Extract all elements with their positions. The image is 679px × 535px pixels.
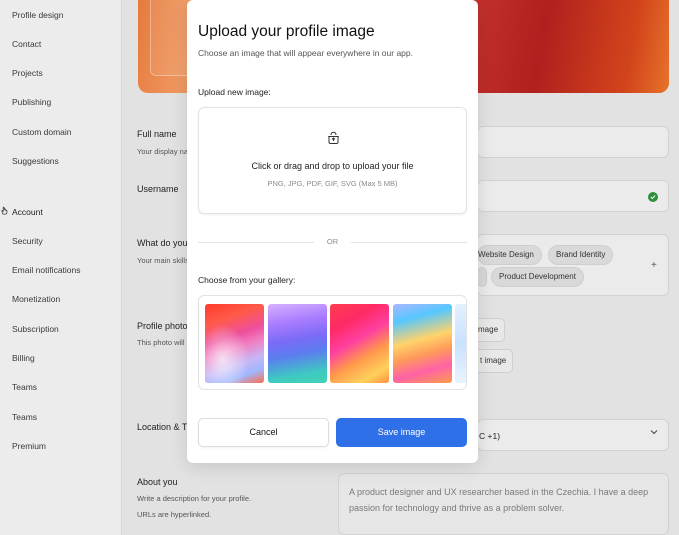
upload-dropzone[interactable]: Click or drag and drop to upload your fi… <box>198 107 467 214</box>
upload-icon <box>328 131 339 144</box>
profile-photo-label: Profile photo <box>137 321 188 331</box>
chevron-down-icon <box>650 428 658 438</box>
sidebar-item-publishing[interactable]: Publishing <box>12 97 51 107</box>
location-label: Location & Tir <box>137 422 193 432</box>
add-skill-plus-icon[interactable]: + <box>651 260 657 271</box>
sidebar-item-custom-domain[interactable]: Custom domain <box>12 127 72 137</box>
skills-description: Your main skills <box>137 256 189 265</box>
sidebar-item-email-notifications[interactable]: Email notifications <box>12 265 81 275</box>
about-description: Write a description for your profile. <box>137 494 252 503</box>
gallery-image-4[interactable] <box>393 304 452 383</box>
select-image-button[interactable]: t image <box>473 349 514 373</box>
full-name-input[interactable] <box>477 126 669 158</box>
about-textarea[interactable]: A product designer and UX researcher bas… <box>338 473 669 535</box>
modal-title: Upload your profile image <box>198 23 375 40</box>
gallery-image-3[interactable] <box>330 304 389 383</box>
sidebar-item-security[interactable]: Security <box>12 236 43 246</box>
about-hyperlink-note: URLs are hyperlinked. <box>137 510 212 519</box>
sidebar-item-suggestions[interactable]: Suggestions <box>12 156 59 166</box>
gallery-image-5[interactable] <box>455 304 466 383</box>
full-name-label: Full name <box>137 129 177 139</box>
timezone-select[interactable] <box>477 419 669 451</box>
sidebar-item-premium[interactable]: Premium <box>12 441 46 451</box>
sidebar-item-billing[interactable]: Billing <box>12 353 35 363</box>
about-label: About you <box>137 477 178 487</box>
profile-photo-description: This photo will b <box>137 338 191 347</box>
username-input[interactable] <box>477 180 669 212</box>
save-image-button[interactable]: Save image <box>336 418 467 447</box>
username-label: Username <box>137 184 179 194</box>
settings-sidebar: Profile design Contact Projects Publishi… <box>0 0 122 535</box>
hand-icon <box>0 206 9 217</box>
dropzone-instruction: Click or drag and drop to upload your fi… <box>251 161 414 171</box>
timezone-value: C +1) <box>479 431 501 441</box>
sidebar-section-account: Account <box>0 206 43 217</box>
modal-subtitle: Choose an image that will appear everywh… <box>198 48 413 58</box>
sidebar-item-teams[interactable]: Teams <box>12 382 37 392</box>
full-name-description: Your display nar <box>137 147 191 156</box>
sidebar-item-projects[interactable]: Projects <box>12 68 43 78</box>
username-valid-check-icon <box>648 192 658 202</box>
skill-chip-brand-identity[interactable]: Brand Identity <box>548 245 614 265</box>
upload-new-image-label: Upload new image: <box>198 87 271 97</box>
upload-profile-image-modal: Upload your profile image Choose an imag… <box>187 0 478 463</box>
sidebar-item-monetization[interactable]: Monetization <box>12 294 60 304</box>
skill-chip-website-design[interactable]: Website Design <box>477 245 542 265</box>
gallery-image-1[interactable] <box>205 304 264 383</box>
gallery-picker <box>198 295 467 390</box>
sidebar-item-profile-design[interactable]: Profile design <box>12 10 64 20</box>
skill-chip-partial[interactable] <box>477 267 487 287</box>
or-divider-right <box>351 242 467 243</box>
sidebar-item-contact[interactable]: Contact <box>12 39 41 49</box>
gallery-label: Choose from your gallery: <box>198 275 296 285</box>
sidebar-item-teams-2[interactable]: Teams <box>12 412 37 422</box>
cancel-button[interactable]: Cancel <box>198 418 329 447</box>
dropzone-file-types: PNG, JPG, PDF, GIF, SVG (Max 5 MB) <box>267 179 398 188</box>
sidebar-item-subscription[interactable]: Subscription <box>12 324 59 334</box>
gallery-image-2[interactable] <box>268 304 327 383</box>
sidebar-section-label: Account <box>12 206 43 217</box>
skill-chip-product-development[interactable]: Product Development <box>491 267 584 287</box>
